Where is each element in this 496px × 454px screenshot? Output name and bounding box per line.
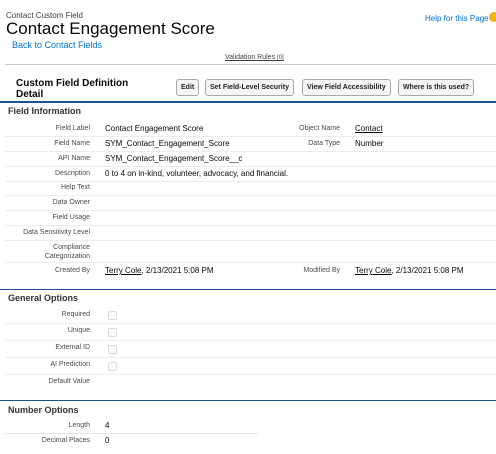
api-name-label: API Name (58, 155, 90, 162)
row-divider (5, 181, 496, 182)
help-icon[interactable] (489, 12, 496, 22)
object-name-label: Object Name (299, 125, 340, 132)
modified-by-user-link[interactable]: Terry Cole (355, 266, 391, 275)
row-divider (5, 210, 496, 211)
row-divider (5, 433, 258, 434)
validation-rules-label: Validation Rules (225, 54, 276, 61)
section-divider (0, 289, 496, 290)
data-owner-label: Data Owner (52, 199, 90, 206)
compliance-categorization-label: Compliance Categorization (44, 244, 90, 260)
object-name-link[interactable]: Contact (355, 124, 383, 133)
decimal-places-value: 0 (105, 436, 110, 445)
help-text-label: Help Text (60, 184, 90, 191)
modified-by-date: , 2/13/2021 5:08 PM (391, 266, 464, 275)
external-id-label: External ID (55, 344, 90, 351)
row-divider (5, 240, 496, 241)
field-label-value: Contact Engagement Score (105, 124, 204, 133)
field-label-label: Field Label (55, 125, 90, 132)
number-options-heading: Number Options (8, 405, 79, 415)
validation-rules-link[interactable]: Validation Rules [0] (225, 54, 284, 61)
section-divider (0, 400, 496, 401)
created-by-date: , 2/13/2021 5:08 PM (141, 266, 214, 275)
row-divider (5, 166, 496, 167)
required-checkbox (108, 311, 117, 320)
created-by-user-link[interactable]: Terry Cole (105, 266, 141, 275)
created-by-value: Terry Cole, 2/13/2021 5:08 PM (105, 266, 214, 275)
row-divider (5, 151, 496, 152)
length-value: 4 (105, 421, 110, 430)
modified-by-value: Terry Cole, 2/13/2021 5:08 PM (355, 266, 464, 275)
description-label: Description (54, 170, 90, 177)
row-divider (5, 195, 496, 196)
ai-prediction-checkbox (108, 362, 117, 371)
row-divider (5, 225, 496, 226)
data-sensitivity-level-label: Data Sensitivity Level (23, 229, 90, 236)
field-name-label: Field Name (54, 140, 90, 147)
data-type-value: Number (355, 139, 384, 148)
ai-prediction-label: AI Prediction (50, 361, 90, 368)
row-divider (5, 136, 496, 137)
row-divider (5, 262, 496, 263)
detail-title: Custom Field Definition Detail (16, 78, 129, 100)
description-value: 0 to 4 on in-kind, volunteer, advocacy, … (105, 169, 289, 178)
view-field-accessibility-button[interactable]: View Field Accessibility (302, 79, 391, 96)
panel-top-border (5, 64, 496, 65)
set-field-level-security-button[interactable]: Set Field-Level Security (205, 79, 294, 96)
edit-button[interactable]: Edit (176, 79, 200, 96)
default-value-label: Default Value (48, 378, 90, 385)
where-is-this-used-button[interactable]: Where is this used? (398, 79, 475, 96)
back-to-contact-fields-link[interactable]: Back to Contact Fields (12, 40, 102, 50)
external-id-checkbox (108, 345, 117, 354)
general-options-heading: General Options (8, 293, 79, 303)
modified-by-label: Modified By (303, 267, 340, 274)
unique-label: Unique (67, 327, 90, 334)
section-divider (0, 101, 496, 103)
unique-checkbox (108, 328, 117, 337)
field-name-value: SYM_Contact_Engagement_Score (105, 139, 230, 148)
row-divider (5, 340, 496, 341)
data-type-label: Data Type (308, 140, 340, 147)
created-by-label: Created By (54, 267, 90, 274)
field-usage-label: Field Usage (52, 214, 90, 221)
page-title: Contact Engagement Score (6, 19, 215, 38)
row-divider (5, 374, 496, 375)
field-information-heading: Field Information (8, 106, 81, 116)
api-name-value: SYM_Contact_Engagement_Score__c (105, 154, 243, 163)
required-label: Required (61, 311, 90, 318)
row-divider (5, 323, 496, 324)
validation-rules-count: [0] (277, 55, 284, 61)
decimal-places-label: Decimal Places (41, 437, 90, 444)
length-label: Length (68, 422, 90, 429)
row-divider (5, 357, 496, 358)
help-for-page-link[interactable]: Help for this Page (425, 14, 489, 23)
